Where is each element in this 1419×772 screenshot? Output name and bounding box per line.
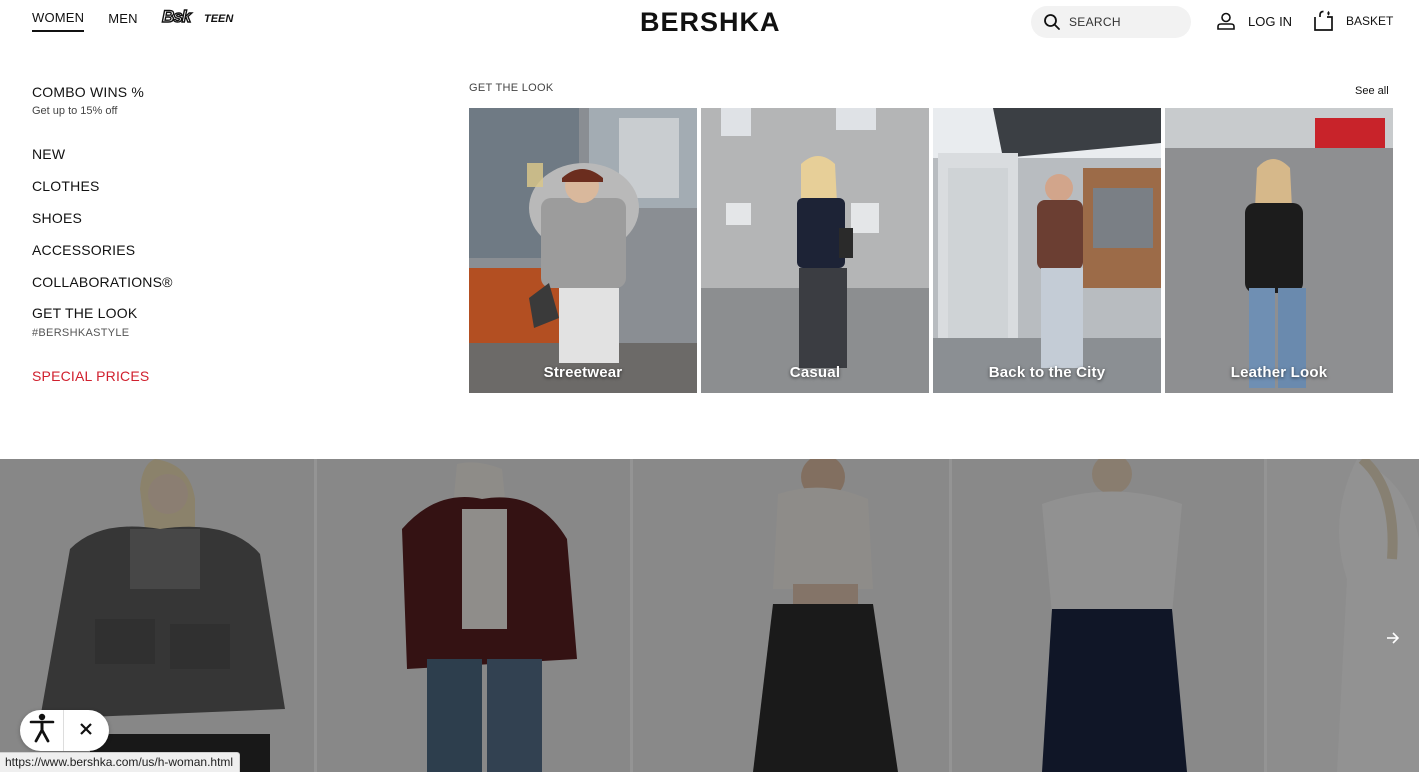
- menu-item-shoes[interactable]: SHOES: [32, 210, 82, 226]
- see-all-link[interactable]: See all: [1355, 85, 1389, 97]
- look-label-back-to-the-city: Back to the City: [988, 364, 1106, 381]
- look-image-back-to-the-city: [933, 108, 1161, 393]
- search-input[interactable]: [1069, 15, 1169, 29]
- product-card[interactable]: [1267, 459, 1419, 772]
- product-card[interactable]: [633, 459, 949, 772]
- user-icon: [1216, 11, 1236, 31]
- login-label: LOG IN: [1248, 13, 1293, 29]
- close-icon: [80, 722, 92, 740]
- look-card-back-to-the-city[interactable]: Back to the City: [933, 108, 1161, 393]
- look-label-streetwear: Streetwear: [543, 364, 623, 381]
- svg-text:TEEN: TEEN: [204, 13, 234, 25]
- status-url-bar: https://www.bershka.com/us/h-woman.html: [0, 752, 241, 772]
- menu-item-collaborations[interactable]: COLLABORATIONS®: [32, 274, 173, 290]
- look-card-leather-look[interactable]: Leather Look: [1165, 108, 1393, 393]
- menu-item-accessories[interactable]: ACCESSORIES: [32, 242, 135, 258]
- tab-men[interactable]: MEN: [108, 11, 138, 31]
- look-image-streetwear: [469, 108, 697, 393]
- accessibility-button[interactable]: [20, 710, 64, 751]
- product-image: [952, 459, 1264, 772]
- look-card-casual[interactable]: Casual: [701, 108, 929, 393]
- look-label-leather-look: Leather Look: [1230, 364, 1328, 381]
- basket-button[interactable]: BASKET: [1313, 10, 1393, 32]
- category-menu: COMBO WINS % Get up to 15% off NEW CLOTH…: [32, 84, 332, 384]
- site-header: WOMEN MEN Bsk TEEN BERSHKA LOG IN BASKET: [0, 0, 1419, 44]
- accessibility-person-icon: [29, 713, 55, 748]
- search-icon: [1043, 13, 1061, 31]
- product-image: [633, 459, 949, 772]
- carousel-next-button[interactable]: [1382, 629, 1404, 651]
- arrow-right-icon: [1386, 631, 1400, 650]
- look-image-leather-look: [1165, 108, 1393, 393]
- basket-icon: [1313, 10, 1335, 32]
- menu-item-new[interactable]: NEW: [32, 146, 65, 162]
- look-label-casual: Casual: [789, 364, 841, 381]
- product-card[interactable]: [952, 459, 1264, 772]
- product-image: [317, 459, 630, 772]
- menu-item-special-prices[interactable]: SPECIAL PRICES: [32, 368, 149, 384]
- menu-item-get-the-look-sub: #BERSHKASTYLE: [32, 327, 130, 339]
- product-card[interactable]: [317, 459, 630, 772]
- menu-item-get-the-look[interactable]: GET THE LOOK: [32, 305, 137, 321]
- gender-tabs: WOMEN MEN: [32, 10, 162, 32]
- promo-title: COMBO WINS %: [32, 84, 145, 100]
- bershka-logo[interactable]: BERSHKA: [640, 7, 781, 38]
- product-carousel: [0, 459, 1419, 772]
- bsk-teen-logo[interactable]: Bsk TEEN: [161, 6, 237, 27]
- promo-subtitle: Get up to 15% off: [32, 105, 118, 117]
- svg-text:Bsk: Bsk: [162, 7, 193, 26]
- accessibility-widget: [20, 710, 109, 751]
- search-box[interactable]: [1031, 6, 1191, 38]
- look-card-streetwear[interactable]: Streetwear: [469, 108, 697, 393]
- tab-women[interactable]: WOMEN: [32, 10, 85, 32]
- look-image-casual: [701, 108, 929, 393]
- login-button[interactable]: LOG IN: [1216, 11, 1292, 31]
- product-image: [1267, 459, 1419, 772]
- get-the-look-heading: GET THE LOOK: [469, 82, 554, 94]
- basket-label: BASKET: [1346, 14, 1394, 28]
- menu-item-clothes[interactable]: CLOTHES: [32, 178, 100, 194]
- promo-combo-wins[interactable]: COMBO WINS % Get up to 15% off: [32, 84, 332, 117]
- accessibility-close-button[interactable]: [64, 710, 108, 751]
